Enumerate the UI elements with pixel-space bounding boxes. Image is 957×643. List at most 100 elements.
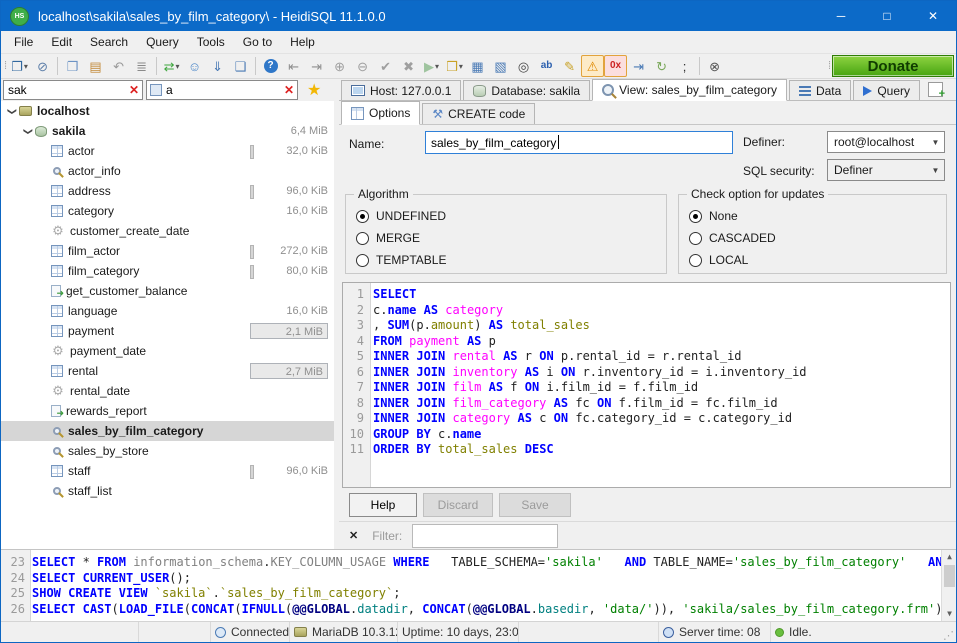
minimize-button[interactable]: ─ xyxy=(818,1,864,31)
radio-merge[interactable]: MERGE xyxy=(356,227,660,249)
subtab-options[interactable]: Options xyxy=(341,101,420,125)
undo-icon[interactable]: ↶ xyxy=(107,55,130,77)
seal-icon xyxy=(294,627,307,637)
close-filter-icon[interactable]: ✕ xyxy=(349,529,358,542)
tree-item-payment_date[interactable]: ⚙payment_date xyxy=(1,341,334,361)
tab-query[interactable]: Query xyxy=(853,80,920,100)
tree-item-staff_list[interactable]: staff_list xyxy=(1,481,334,501)
menu-file[interactable]: File xyxy=(5,31,42,53)
tree-item-sales_by_store[interactable]: sales_by_store xyxy=(1,441,334,461)
stop-icon[interactable]: ⊗ xyxy=(703,55,726,77)
tree-item-film_category[interactable]: film_category80,0 KiB xyxy=(1,261,334,281)
scroll-down-icon[interactable]: ▼ xyxy=(942,607,956,621)
cancel-icon[interactable]: ✖ xyxy=(397,55,420,77)
table-mini-icon xyxy=(150,84,162,96)
menu-edit[interactable]: Edit xyxy=(42,31,81,53)
open-file-icon[interactable]: ❒▾ xyxy=(443,55,466,77)
dropdown-arrow-icon[interactable]: ▾ xyxy=(24,62,28,71)
clear-filter-icon[interactable]: ✕ xyxy=(126,83,142,97)
menu-search[interactable]: Search xyxy=(81,31,137,53)
log-scrollbar[interactable]: ▲ ▼ xyxy=(941,550,956,621)
execute-sql-icon[interactable]: ▶▾ xyxy=(420,55,443,77)
tree-item-film_actor[interactable]: film_actor272,0 KiB xyxy=(1,241,334,261)
export-database-icon[interactable]: ⇓ xyxy=(206,55,229,77)
backup-icon[interactable]: ❑ xyxy=(229,55,252,77)
definer-combobox[interactable]: root@localhost ▼ xyxy=(827,131,945,153)
column-filter-input[interactable] xyxy=(162,82,281,98)
tree-item-actor[interactable]: actor32,0 KiB xyxy=(1,141,334,161)
table-filter-input[interactable] xyxy=(4,82,126,98)
help-button[interactable]: Help xyxy=(349,493,417,517)
tree-item-address[interactable]: address96,0 KiB xyxy=(1,181,334,201)
dropdown-arrow-icon[interactable]: ▾ xyxy=(435,62,439,71)
favorites-star-icon[interactable]: ★ xyxy=(307,80,321,100)
window-controls: ─□✕ xyxy=(818,1,956,31)
tree-item-payment[interactable]: payment2,1 MiB xyxy=(1,321,334,341)
radio-temptable[interactable]: TEMPTABLE xyxy=(356,249,660,271)
tree-item-category[interactable]: category16,0 KiB xyxy=(1,201,334,221)
paste-icon[interactable]: ▤ xyxy=(84,55,107,77)
semicolon-icon[interactable]: ; xyxy=(673,55,696,77)
go-first-icon[interactable]: ⇤ xyxy=(282,55,305,77)
warning-highlight-toggle-icon[interactable]: ⚠ xyxy=(581,55,604,77)
sql-select-editor[interactable]: 1SELECT2c.name AS category3, SUM(p.amoun… xyxy=(342,282,951,488)
tree-item-sakila[interactable]: ❯sakila6,4 MiB xyxy=(1,121,334,141)
save-as-icon[interactable]: ▧ xyxy=(489,55,512,77)
maximize-button[interactable]: □ xyxy=(864,1,910,31)
replace-icon[interactable]: ab xyxy=(535,55,558,77)
reconnect-icon[interactable]: ↻ xyxy=(650,55,673,77)
remove-record-icon[interactable]: ⊖ xyxy=(351,55,374,77)
tab-host[interactable]: Host: 127.0.0.1 xyxy=(341,80,461,100)
clear-filter-icon[interactable]: ✕ xyxy=(281,83,297,97)
help-icon[interactable]: ? xyxy=(259,55,282,77)
reformat-sql-icon[interactable]: ✎ xyxy=(558,55,581,77)
refresh-icon[interactable]: ⇄▾ xyxy=(160,55,183,77)
tree-item-actor_info[interactable]: actor_info xyxy=(1,161,334,181)
copy-icon[interactable]: ❐ xyxy=(61,55,84,77)
menu-tools[interactable]: Tools xyxy=(188,31,234,53)
add-record-icon[interactable]: ⊕ xyxy=(328,55,351,77)
go-last-icon[interactable]: ⇥ xyxy=(305,55,328,77)
tree-item-language[interactable]: language16,0 KiB xyxy=(1,301,334,321)
tree-item-sales_by_film_category[interactable]: sales_by_film_category xyxy=(1,421,334,441)
indent-icon[interactable]: ⇥ xyxy=(627,55,650,77)
print-icon[interactable]: ≣ xyxy=(130,55,153,77)
close-button[interactable]: ✕ xyxy=(910,1,956,31)
chevron-icon[interactable]: ❯ xyxy=(7,104,18,118)
tree-item-rental[interactable]: rental2,7 MiB xyxy=(1,361,334,381)
menu-go-to[interactable]: Go to xyxy=(234,31,281,53)
tree-item-rental_date[interactable]: ⚙rental_date xyxy=(1,381,334,401)
radio-undefined[interactable]: UNDEFINED xyxy=(356,205,660,227)
hex-toggle-icon[interactable]: 0x xyxy=(604,55,627,77)
dropdown-arrow-icon[interactable]: ▾ xyxy=(176,62,180,71)
dropdown-arrow-icon[interactable]: ▾ xyxy=(459,62,463,71)
donate-button[interactable]: Donate xyxy=(832,55,954,77)
radio-local[interactable]: LOCAL xyxy=(689,249,940,271)
scroll-thumb[interactable] xyxy=(944,565,955,587)
apply-icon[interactable]: ✔ xyxy=(374,55,397,77)
sql-security-combobox[interactable]: Definer ▼ xyxy=(827,159,945,181)
disconnect-icon[interactable]: ⊘ xyxy=(31,55,54,77)
scroll-up-icon[interactable]: ▲ xyxy=(942,550,956,564)
filter-input[interactable] xyxy=(412,524,558,548)
tree-item-staff[interactable]: staff96,0 KiB xyxy=(1,461,334,481)
tab-data[interactable]: Data xyxy=(789,80,851,100)
chevron-icon[interactable]: ❯ xyxy=(23,124,34,138)
tree-item-rewards_report[interactable]: rewards_report xyxy=(1,401,334,421)
tab-database[interactable]: Database: sakila xyxy=(463,80,590,100)
tree-item-localhost[interactable]: ❯localhost xyxy=(1,101,334,121)
session-manager-icon[interactable]: ❐▾ xyxy=(8,55,31,77)
find-icon[interactable]: ◎ xyxy=(512,55,535,77)
new-query-tab-icon[interactable] xyxy=(928,82,943,97)
menu-help[interactable]: Help xyxy=(281,31,324,53)
tab-view[interactable]: View: sales_by_film_category xyxy=(592,79,787,101)
subtab-create-code[interactable]: ⚒CREATE code xyxy=(422,103,535,124)
tree-item-customer_create_date[interactable]: ⚙customer_create_date xyxy=(1,221,334,241)
view-name-input[interactable] xyxy=(425,131,733,154)
user-manager-icon[interactable]: ☺ xyxy=(183,55,206,77)
radio-none[interactable]: None xyxy=(689,205,940,227)
save-icon[interactable]: ▦ xyxy=(466,55,489,77)
tree-item-get_customer_balance[interactable]: get_customer_balance xyxy=(1,281,334,301)
menu-query[interactable]: Query xyxy=(137,31,188,53)
radio-cascaded[interactable]: CASCADED xyxy=(689,227,940,249)
